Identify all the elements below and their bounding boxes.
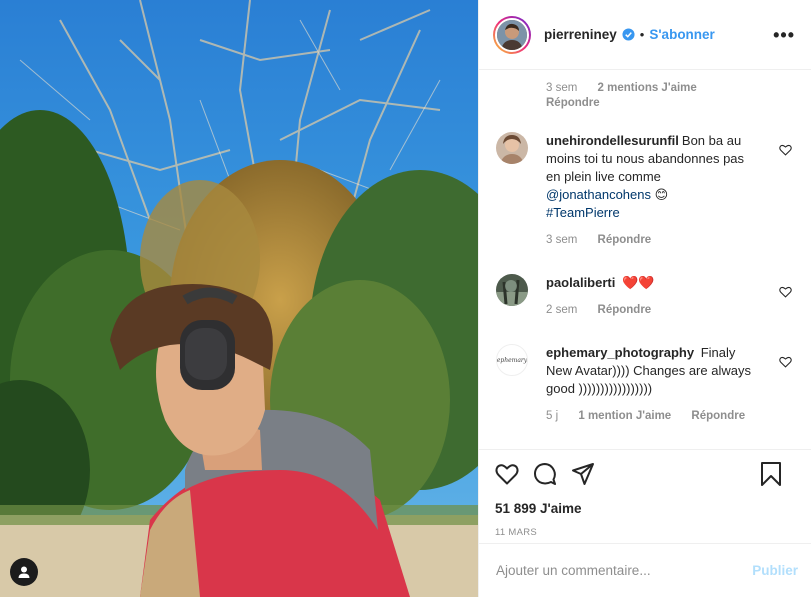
add-comment-input[interactable] (496, 563, 753, 578)
header-separator: • (639, 27, 645, 42)
commenter-avatar[interactable] (496, 274, 528, 306)
caption-meta: 3 sem 2 mentions J'aime (546, 82, 697, 94)
like-comment-heart-icon[interactable] (779, 286, 792, 298)
comment-meta: 2 sem Répondre (546, 304, 796, 316)
comment-mention[interactable]: @jonathancohens (546, 187, 651, 202)
author-username[interactable]: pierreniney (544, 27, 617, 42)
comment-meta: 5 j 1 mention J'aime Répondre (546, 410, 796, 422)
add-comment-bar: Publier (479, 543, 811, 597)
post-actions: 51 899 J'aime 11 MARS (479, 449, 811, 543)
follow-button[interactable]: S'abonner (649, 27, 714, 42)
comment-item: ephemary ephemary_photography Finaly New… (496, 344, 796, 422)
like-comment-heart-icon[interactable] (779, 356, 792, 368)
comment-item: unehirondellesurunfil Bon ba au moins toi… (496, 132, 796, 246)
caption-reply-button[interactable]: Répondre (546, 97, 600, 109)
post-date[interactable]: 11 MARS (495, 527, 796, 538)
author-avatar[interactable] (493, 15, 531, 54)
user-icon (18, 566, 30, 578)
comment-item: paolaliberti ❤️❤️ 2 sem Répondre (496, 274, 796, 316)
more-options-icon[interactable]: ••• (773, 26, 795, 44)
comment-text: unehirondellesurunfil Bon ba au moins toi… (546, 132, 751, 222)
comment-age: 3 sem (546, 234, 578, 246)
caption-likes[interactable]: 2 mentions J'aime (598, 82, 697, 94)
comment-likes[interactable]: 1 mention J'aime (578, 410, 671, 422)
save-bookmark-icon[interactable] (760, 461, 782, 487)
comment-text: paolaliberti ❤️❤️ (546, 274, 751, 292)
post-header: pierreniney • S'abonner ••• (479, 0, 811, 70)
caption-age: 3 sem (546, 82, 578, 94)
post-photo[interactable] (0, 0, 478, 597)
comment-username[interactable]: unehirondellesurunfil (546, 133, 679, 148)
comment-age: 2 sem (546, 304, 578, 316)
comment-message: ❤️❤️ (621, 275, 655, 290)
commenter-avatar[interactable]: ephemary (496, 344, 528, 376)
comment-username[interactable]: ephemary_photography (546, 345, 694, 360)
comment-username[interactable]: paolaliberti (546, 275, 615, 290)
post-sidebar: pierreniney • S'abonner ••• 3 sem 2 ment… (478, 0, 811, 597)
comment-reply-button[interactable]: Répondre (598, 234, 652, 246)
commenter-avatar-logo: ephemary (496, 356, 528, 364)
comment-reply-button[interactable]: Répondre (598, 304, 652, 316)
comment-hashtag[interactable]: #TeamPierre (546, 205, 620, 220)
like-heart-icon[interactable] (495, 463, 519, 485)
share-paper-plane-icon[interactable] (571, 462, 595, 486)
comment-text: ephemary_photography Finaly New Avatar))… (546, 344, 751, 398)
comment-meta: 3 sem Répondre (546, 234, 796, 246)
verified-badge-icon (622, 28, 635, 41)
commenter-avatar[interactable] (496, 132, 528, 164)
publish-button[interactable]: Publier (752, 563, 798, 578)
comment-bubble-icon[interactable] (533, 462, 557, 486)
comments-list[interactable]: 3 sem 2 mentions J'aime Répondre unehiro… (479, 70, 811, 449)
tagged-users-button[interactable] (10, 558, 38, 586)
likes-count[interactable]: 51 899 J'aime (495, 501, 796, 516)
comment-emoji: 😊 (654, 187, 669, 202)
like-comment-heart-icon[interactable] (779, 144, 792, 156)
comment-reply-button[interactable]: Répondre (691, 410, 745, 422)
comment-age: 5 j (546, 410, 559, 422)
